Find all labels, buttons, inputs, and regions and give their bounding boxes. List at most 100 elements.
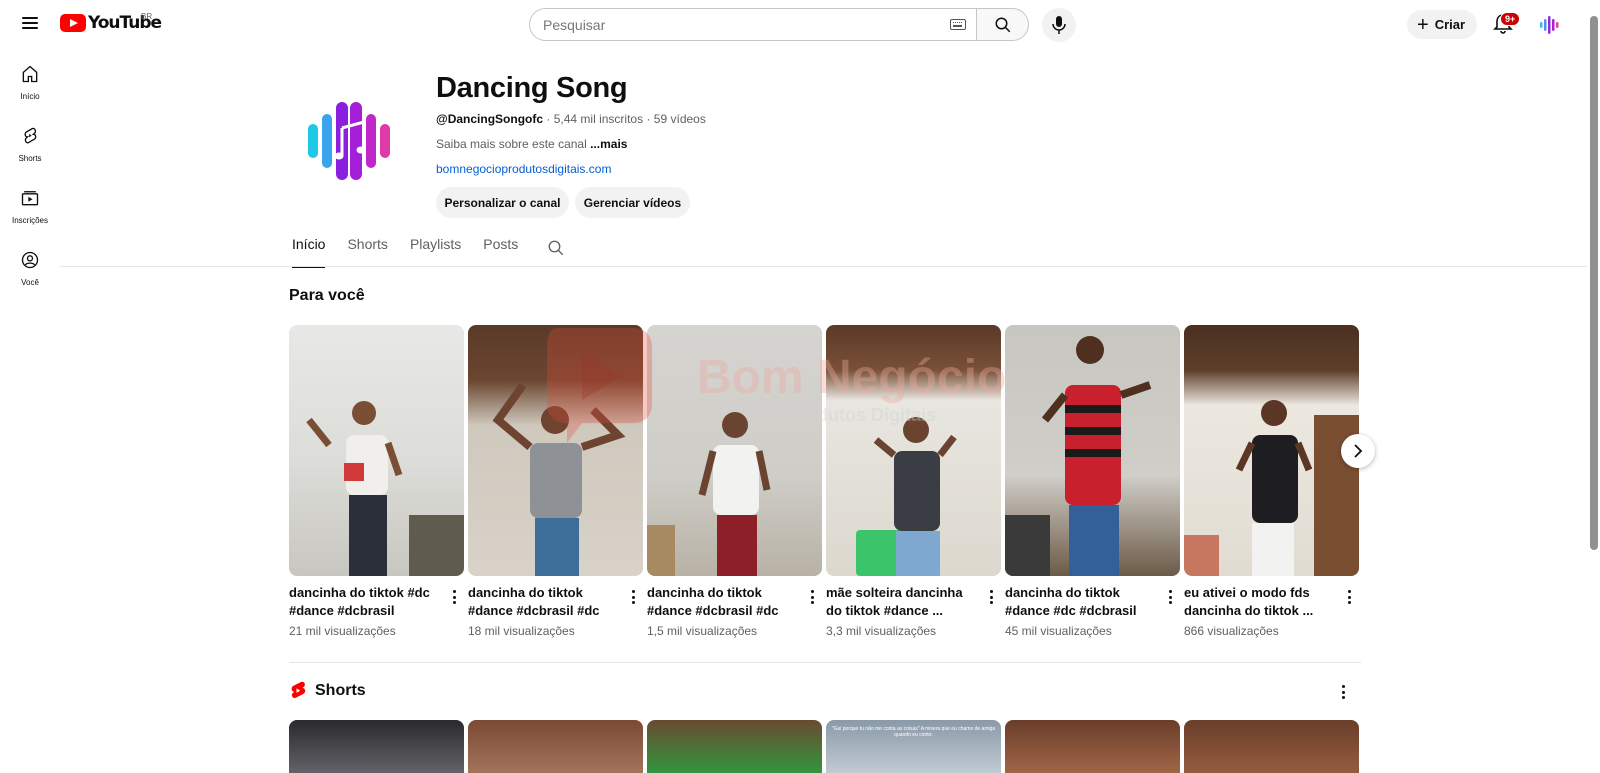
manage-videos-button[interactable]: Gerenciar vídeos <box>575 187 690 218</box>
notification-badge: 9+ <box>1500 12 1521 26</box>
thumbnail-figure <box>647 412 771 576</box>
thumbnail-figure <box>856 417 957 576</box>
keyboard-icon[interactable] <box>950 19 966 30</box>
video-menu-icon[interactable] <box>1341 588 1357 606</box>
video-thumbnail[interactable] <box>826 325 1001 576</box>
search-input[interactable] <box>543 16 923 33</box>
page-scrollbar[interactable] <box>1587 0 1600 773</box>
video-card[interactable]: mãe solteira dancinha do tiktok #dance .… <box>826 325 1001 638</box>
top-bar: YouTube BR + Criar 9+ <box>0 0 1586 48</box>
shorts-menu-icon[interactable] <box>1335 683 1351 701</box>
video-title[interactable]: dancinha do tiktok #dance #dc #dcbrasil <box>1005 584 1153 620</box>
meta-separator: · <box>546 112 554 126</box>
menu-icon[interactable] <box>18 14 42 34</box>
video-thumbnail[interactable] <box>1005 325 1180 576</box>
short-thumbnail[interactable]: "Gui porque tu não me conta as coisas" A… <box>826 720 1001 773</box>
shorts-icon <box>24 127 37 144</box>
rail-label: Você <box>21 278 39 287</box>
tab-playlists[interactable]: Playlists <box>410 236 461 268</box>
video-thumbnail[interactable] <box>1184 325 1359 576</box>
rail-item-shorts[interactable]: Shorts <box>0 118 60 180</box>
search-icon <box>995 17 1011 33</box>
shorts-title: Shorts <box>315 682 366 699</box>
rail-label: Início <box>20 92 40 101</box>
rail-label: Inscrições <box>11 216 48 225</box>
region-code: BR <box>141 12 153 21</box>
section-title: Para você <box>289 287 365 304</box>
section-divider <box>289 662 1361 663</box>
tab-home[interactable]: Início <box>292 236 326 268</box>
channel-handle: @DancingSongofc <box>436 112 544 126</box>
video-thumbnail[interactable] <box>468 325 643 576</box>
tab-shorts[interactable]: Shorts <box>347 236 387 268</box>
video-views: 21 mil visualizações <box>289 624 396 638</box>
video-title[interactable]: mãe solteira dancinha do tiktok #dance .… <box>826 584 974 620</box>
rail-label: Shorts <box>18 154 42 163</box>
thumbnail-figure <box>1184 400 1359 576</box>
voice-search-button[interactable] <box>1042 8 1076 42</box>
video-card[interactable]: dancinha do tiktok #dc #dance #dcbrasil … <box>289 325 464 638</box>
video-title[interactable]: eu ativei o modo fds dancinha do tiktok … <box>1184 584 1332 620</box>
tab-posts[interactable]: Posts <box>483 236 518 268</box>
channel-external-link[interactable]: bomnegocioprodutosdigitais.com <box>436 162 611 176</box>
video-card[interactable]: dancinha do tiktok #dance #dcbrasil #dc … <box>647 325 822 638</box>
create-label: Criar <box>1434 17 1466 32</box>
video-menu-icon[interactable] <box>804 588 820 606</box>
video-title[interactable]: dancinha do tiktok #dance #dcbrasil #dc <box>647 584 795 620</box>
video-menu-icon[interactable] <box>446 588 462 606</box>
video-title[interactable]: dancinha do tiktok #dc #dance #dcbrasil <box>289 584 437 620</box>
shorts-logo-icon <box>291 681 306 699</box>
rail-item-you[interactable]: Você <box>0 242 60 304</box>
subscriber-count: 5,44 mil inscritos <box>553 112 644 126</box>
video-views: 18 mil visualizações <box>468 624 575 638</box>
about-text: Saiba mais sobre este canal <box>436 137 587 151</box>
video-menu-icon[interactable] <box>625 588 641 606</box>
left-rail: Início Shorts Inscrições Você <box>0 56 60 304</box>
scrollbar-thumb[interactable] <box>1590 16 1598 550</box>
shelf-next-button[interactable] <box>1341 434 1375 468</box>
video-card[interactable]: eu ativei o modo fds dancinha do tiktok … <box>1184 325 1359 638</box>
video-card[interactable]: dancinha do tiktok #dance #dc #dcbrasil … <box>1005 325 1180 638</box>
video-count: 59 vídeos <box>653 112 706 126</box>
search-button[interactable] <box>976 8 1029 41</box>
video-title[interactable]: dancinha do tiktok #dance #dcbrasil #dc <box>468 584 616 620</box>
thumbnail-figure <box>1005 336 1152 576</box>
tabs-divider <box>60 266 1587 267</box>
video-menu-icon[interactable] <box>983 588 999 606</box>
rail-item-home[interactable]: Início <box>0 56 60 118</box>
meta-separator: · <box>646 112 654 126</box>
channel-about[interactable]: Saiba mais sobre este canal ...mais <box>436 137 627 151</box>
you-icon <box>21 251 39 269</box>
channel-title: Dancing Song <box>436 72 628 104</box>
create-button[interactable]: + Criar <box>1407 10 1477 39</box>
channel-avatar <box>308 102 390 180</box>
channel-meta: @DancingSongofc · 5,44 mil inscritos · 5… <box>436 112 706 126</box>
about-more-link[interactable]: ...mais <box>590 137 627 151</box>
shorts-header: Shorts <box>289 681 366 701</box>
thumbnail-figure <box>492 382 626 576</box>
channel-search-icon[interactable] <box>547 239 565 257</box>
search-box <box>529 8 976 41</box>
video-menu-icon[interactable] <box>1162 588 1178 606</box>
chevron-right-icon <box>1354 444 1363 458</box>
channel-tabs: Início Shorts Playlists Posts <box>292 236 540 268</box>
thumbnail-figure <box>306 401 464 576</box>
home-icon <box>22 65 38 83</box>
customize-channel-button[interactable]: Personalizar o canal <box>436 187 569 218</box>
plus-icon: + <box>1417 13 1429 36</box>
short-thumbnail[interactable] <box>468 720 643 773</box>
youtube-play-icon <box>60 14 86 32</box>
microphone-icon <box>1052 16 1066 34</box>
short-thumbnail[interactable] <box>289 720 464 773</box>
subscriptions-icon <box>21 191 39 206</box>
short-thumbnail[interactable] <box>1184 720 1359 773</box>
account-avatar[interactable] <box>1537 13 1561 37</box>
short-thumbnail[interactable] <box>647 720 822 773</box>
video-card[interactable]: dancinha do tiktok #dance #dcbrasil #dc … <box>468 325 643 638</box>
video-thumbnail[interactable] <box>289 325 464 576</box>
short-thumbnail[interactable] <box>1005 720 1180 773</box>
video-views: 45 mil visualizações <box>1005 624 1112 638</box>
rail-item-subscriptions[interactable]: Inscrições <box>0 180 60 242</box>
video-thumbnail[interactable] <box>647 325 822 576</box>
short-caption: "Gui porque tu não me conta as coisas" A… <box>831 726 996 738</box>
